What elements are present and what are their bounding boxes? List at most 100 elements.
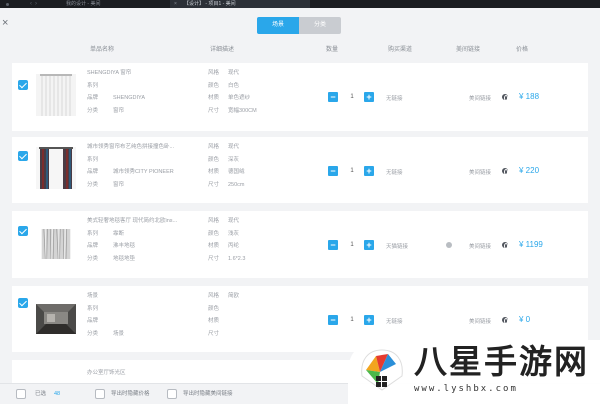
site-logo-icon — [361, 349, 403, 391]
product-thumbnail — [36, 147, 76, 189]
category-label: 分类 — [87, 107, 99, 114]
series-value: 霏断 — [113, 230, 125, 237]
hide-price-checkbox[interactable] — [95, 389, 105, 399]
column-header-channel: 购买渠道 — [388, 47, 413, 53]
price: ¥ 1199 — [519, 240, 543, 249]
window-tab-bar: ‹› 我的设计 - 美间 × 【设计】 - 项目1 - 美间 — [0, 0, 600, 8]
product-name: 城市领秀窗帘布艺纯色拼接撞色卧... — [87, 144, 175, 150]
series-label: 系列 — [87, 156, 99, 163]
price: ¥ 0 — [519, 315, 531, 324]
product-thumbnail — [36, 74, 76, 116]
purchase-channel[interactable]: 天猫链接 — [386, 242, 408, 250]
size-value: 宽幅300CM — [228, 107, 257, 114]
increase-quantity-button[interactable]: + — [364, 166, 374, 176]
style-label: 风格 — [208, 218, 220, 224]
quantity-value[interactable]: 1 — [346, 315, 358, 325]
hide-link-checkbox[interactable] — [167, 389, 177, 399]
row-checkbox[interactable] — [18, 80, 28, 90]
globe-icon[interactable] — [502, 317, 508, 324]
series-label: 系列 — [87, 230, 99, 237]
hide-link-label[interactable]: 导出时隐藏美间链接 — [183, 389, 233, 399]
series-label: 系列 — [87, 305, 99, 312]
style-label: 风格 — [208, 144, 220, 150]
tab-current-design[interactable]: × 【设计】 - 项目1 - 美间 — [170, 0, 310, 8]
globe-icon[interactable] — [502, 168, 508, 175]
style-value: 现代 — [228, 218, 240, 224]
purchase-channel[interactable]: 无链接 — [386, 317, 403, 325]
hide-price-label[interactable]: 导出时隐藏价格 — [111, 389, 150, 399]
quantity-value[interactable]: 1 — [346, 166, 358, 176]
brand-label: 品牌 — [87, 169, 99, 175]
meijian-link[interactable]: 美间链接 — [469, 242, 491, 250]
decrease-quantity-button[interactable]: − — [328, 240, 338, 250]
material-label: 材质 — [208, 318, 220, 324]
meijian-link[interactable]: 美间链接 — [469, 317, 491, 325]
purchase-channel[interactable]: 无链接 — [386, 94, 403, 102]
tab-scene[interactable]: 场景 — [257, 17, 299, 34]
color-label: 颜色 — [208, 82, 220, 89]
style-label: 风格 — [208, 70, 220, 76]
tab-label: 【设计】 - 项目1 - 美间 — [184, 1, 236, 7]
category-value: 地毯地垫 — [113, 255, 136, 262]
watermark-title: 八星手游网 — [414, 342, 589, 381]
column-header-price: 价格 — [516, 47, 529, 53]
window-close-dot[interactable] — [6, 3, 9, 6]
material-label: 材质 — [208, 169, 220, 175]
decrease-quantity-button[interactable]: − — [328, 166, 338, 176]
tab-my-designs[interactable]: 我的设计 - 美间 — [52, 0, 170, 8]
decrease-quantity-button[interactable]: − — [328, 92, 338, 102]
brand-label: 品牌 — [87, 95, 99, 101]
brand-value: 城市领秀CITY PIONEER — [113, 169, 174, 175]
price: ¥ 188 — [519, 92, 540, 101]
meijian-link[interactable]: 美间链接 — [469, 94, 491, 102]
selected-count: 48 — [54, 391, 61, 397]
increase-quantity-button[interactable]: + — [364, 240, 374, 250]
category-label: 分类 — [87, 255, 99, 262]
table-row: SHENGDIYA 窗帘 系列 品牌 SHENGDIYA 分类 窗帘 风格 现代 颜色… — [12, 63, 588, 131]
globe-icon[interactable] — [502, 242, 508, 249]
size-value: 1.6*2.3 — [228, 255, 246, 262]
quantity-value[interactable]: 1 — [346, 240, 358, 250]
size-label: 尺寸 — [208, 107, 220, 114]
quantity-value[interactable]: 1 — [346, 92, 358, 102]
row-checkbox[interactable] — [18, 298, 28, 308]
product-thumbnail — [36, 304, 76, 334]
color-value: 白色 — [228, 82, 240, 89]
product-thumbnail — [41, 229, 71, 259]
table-row: 美式轻奢地毯客厅 现代简约北欧ins... 系列 霏断 品牌 沸丰地毯 分类 地毯地垫… — [12, 211, 588, 278]
product-name: 办公室厅饰光区 — [87, 370, 126, 376]
price: ¥ 220 — [519, 166, 540, 175]
material-value: 单色遮纱 — [228, 95, 251, 101]
meijian-link[interactable]: 美间链接 — [469, 168, 491, 176]
increase-quantity-button[interactable]: + — [364, 92, 374, 102]
purchase-channel[interactable]: 无链接 — [386, 168, 403, 176]
style-value: 现代 — [228, 70, 240, 76]
brand-value: SHENGDIYA — [113, 95, 145, 101]
select-all-checkbox[interactable] — [16, 389, 26, 399]
category-value: 窗帘 — [113, 181, 125, 188]
material-value: 德国绒 — [228, 169, 245, 175]
back-forward-icon[interactable]: ‹› — [30, 0, 40, 8]
close-icon[interactable]: × — [2, 18, 8, 29]
size-label: 尺寸 — [208, 255, 220, 262]
size-value: 250cm — [228, 181, 245, 188]
tab-category[interactable]: 分类 — [299, 17, 341, 34]
size-label: 尺寸 — [208, 181, 220, 188]
globe-icon[interactable] — [502, 94, 508, 101]
color-label: 颜色 — [208, 230, 220, 237]
close-icon[interactable]: × — [174, 0, 177, 8]
color-value: 深灰 — [228, 156, 240, 163]
column-header-link: 美间链接 — [456, 47, 481, 53]
decrease-quantity-button[interactable]: − — [328, 315, 338, 325]
view-segmented-control: 场景 分类 — [257, 17, 341, 34]
product-name: 美式轻奢地毯客厅 现代简约北欧ins... — [87, 218, 178, 224]
material-label: 材质 — [208, 95, 220, 101]
selected-label: 已选 — [35, 391, 47, 397]
row-checkbox[interactable] — [18, 151, 28, 161]
style-value: 简欧 — [228, 293, 240, 299]
increase-quantity-button[interactable]: + — [364, 315, 374, 325]
style-value: 现代 — [228, 144, 240, 150]
add-channel-icon[interactable] — [446, 242, 452, 248]
product-name: 场景 — [87, 293, 99, 299]
row-checkbox[interactable] — [18, 226, 28, 236]
